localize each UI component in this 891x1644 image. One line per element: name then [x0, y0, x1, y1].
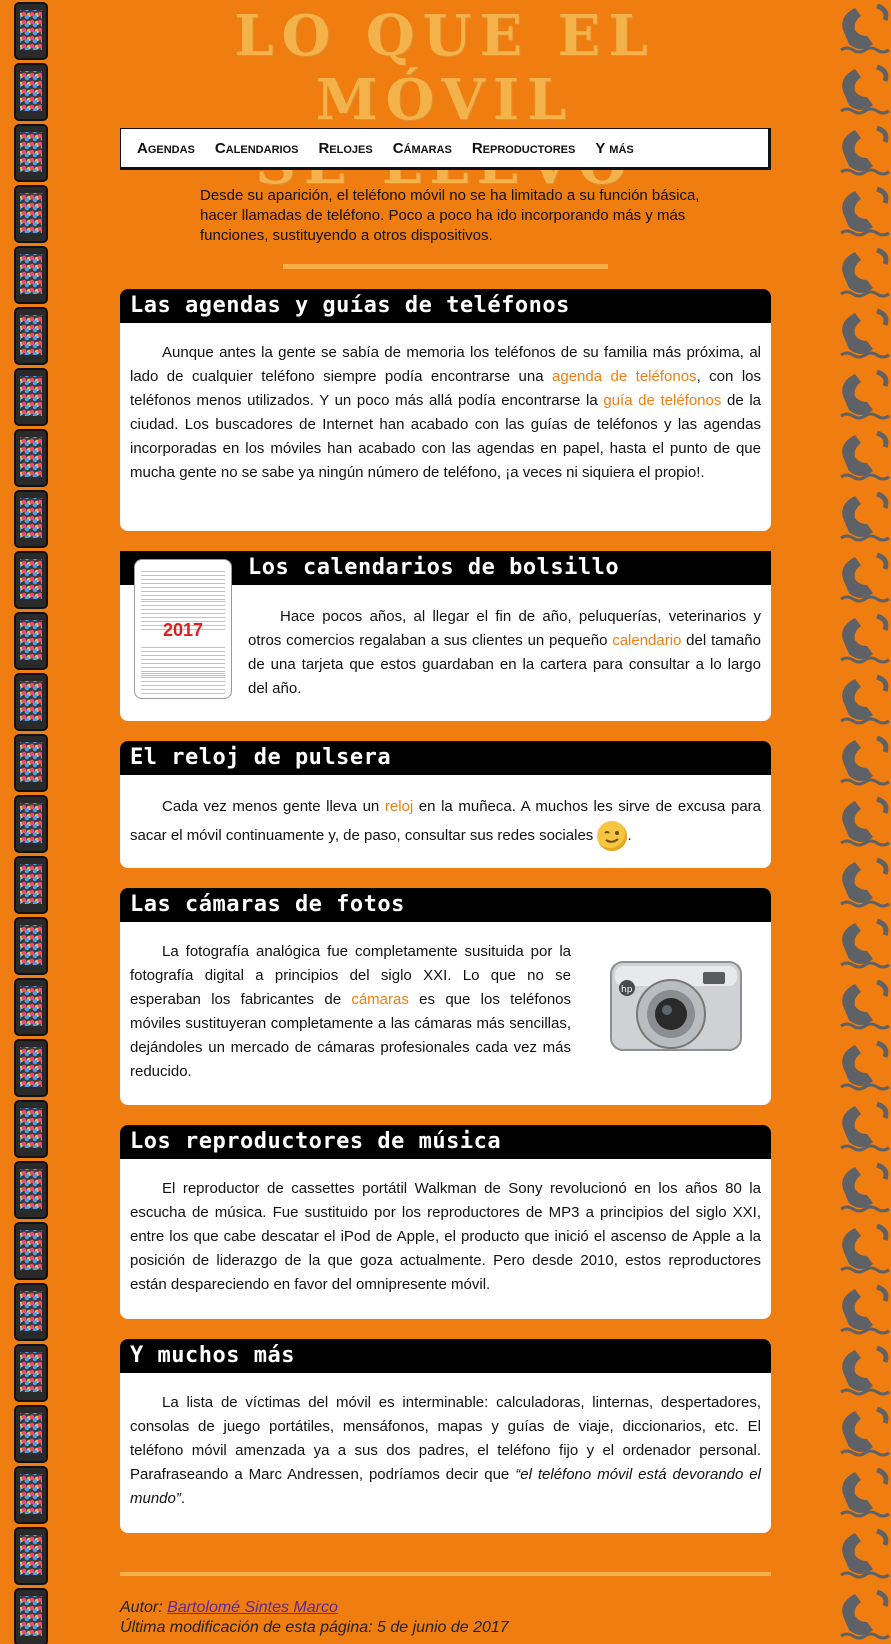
- section-body: Cada vez menos gente lleva un reloj en l…: [120, 775, 771, 868]
- svg-text:hp: hp: [621, 985, 633, 995]
- wink-emoji-icon: [597, 821, 628, 851]
- footer: Autor: Bartolomé Sintes Marco Última mod…: [120, 1598, 509, 1638]
- section-paragraph: La fotografía analógica fue completament…: [130, 940, 571, 1084]
- author-link[interactable]: Bartolomé Sintes Marco: [167, 1599, 338, 1616]
- nav-calendarios[interactable]: Calendarios: [215, 140, 299, 157]
- section-paragraph: El reproductor de cassettes portátil Wal…: [130, 1180, 761, 1293]
- section-title: Las agendas y guías de teléfonos: [120, 289, 771, 323]
- section-title: Los reproductores de música: [120, 1125, 771, 1159]
- section-title: El reloj de pulsera: [120, 741, 771, 775]
- section-calendarios: Los calendarios de bolsillo 2017 Hace po…: [120, 551, 771, 721]
- link-camaras[interactable]: cámaras: [351, 991, 409, 1008]
- section-agendas: Las agendas y guías de teléfonos Aunque …: [120, 289, 771, 531]
- text: .: [180, 1490, 186, 1507]
- footer-author: Autor: Bartolomé Sintes Marco: [120, 1598, 509, 1618]
- nav-y-mas[interactable]: Y más: [595, 140, 633, 157]
- divider: [283, 264, 608, 269]
- link-reloj[interactable]: reloj: [385, 798, 413, 815]
- camera-image: hp: [610, 961, 742, 1051]
- link-agenda-telefonos[interactable]: agenda de teléfonos: [552, 368, 697, 385]
- section-relojes: El reloj de pulsera Cada vez menos gente…: [120, 741, 771, 868]
- nav-agendas[interactable]: Agendas: [137, 140, 195, 157]
- nav-reproductores[interactable]: Reproductores: [472, 140, 576, 157]
- section-camaras: Las cámaras de fotos La fotografía analó…: [120, 888, 771, 1105]
- footer-divider: [120, 1572, 771, 1576]
- section-paragraph: Cada vez menos gente lleva un reloj en l…: [130, 793, 761, 851]
- section-paragraph: Hace pocos años, al llegar el fin de año…: [248, 605, 761, 701]
- intro-text: Desde su aparición, el teléfono móvil no…: [200, 187, 700, 244]
- section-reproductores: Los reproductores de música El reproduct…: [120, 1125, 771, 1319]
- section-body: Aunque antes la gente se sabía de memori…: [120, 323, 771, 503]
- section-paragraph: Aunque antes la gente se sabía de memori…: [130, 341, 761, 485]
- footer-modified: Última modificación de esta página: 5 de…: [120, 1619, 509, 1636]
- link-guia-telefonos[interactable]: guía de teléfonos: [603, 392, 721, 409]
- main-nav: Agendas Calendarios Relojes Cámaras Repr…: [120, 128, 771, 170]
- section-title: Y muchos más: [120, 1339, 771, 1373]
- site-title-line1: LO QUE EL MÓVIL: [234, 3, 656, 133]
- link-calendario[interactable]: calendario: [612, 632, 681, 649]
- section-y-mas: Y muchos más La lista de víctimas del mó…: [120, 1339, 771, 1533]
- calendar-image: 2017: [134, 559, 232, 699]
- text: Cada vez menos gente lleva un: [162, 798, 385, 815]
- section-title: Las cámaras de fotos: [120, 888, 771, 922]
- section-body: La lista de víctimas del móvil es interm…: [120, 1373, 771, 1529]
- nav-camaras[interactable]: Cámaras: [393, 140, 452, 157]
- page: LO QUE EL MÓVIL SE LLEVÓ Agendas Calenda…: [0, 0, 891, 1644]
- calendar-year: 2017: [162, 620, 204, 640]
- section-body: El reproductor de cassettes portátil Wal…: [120, 1159, 771, 1315]
- section-paragraph: La lista de víctimas del móvil es interm…: [130, 1391, 761, 1511]
- nav-relojes[interactable]: Relojes: [318, 140, 372, 157]
- author-label: Autor:: [120, 1599, 168, 1616]
- text: .: [627, 826, 632, 844]
